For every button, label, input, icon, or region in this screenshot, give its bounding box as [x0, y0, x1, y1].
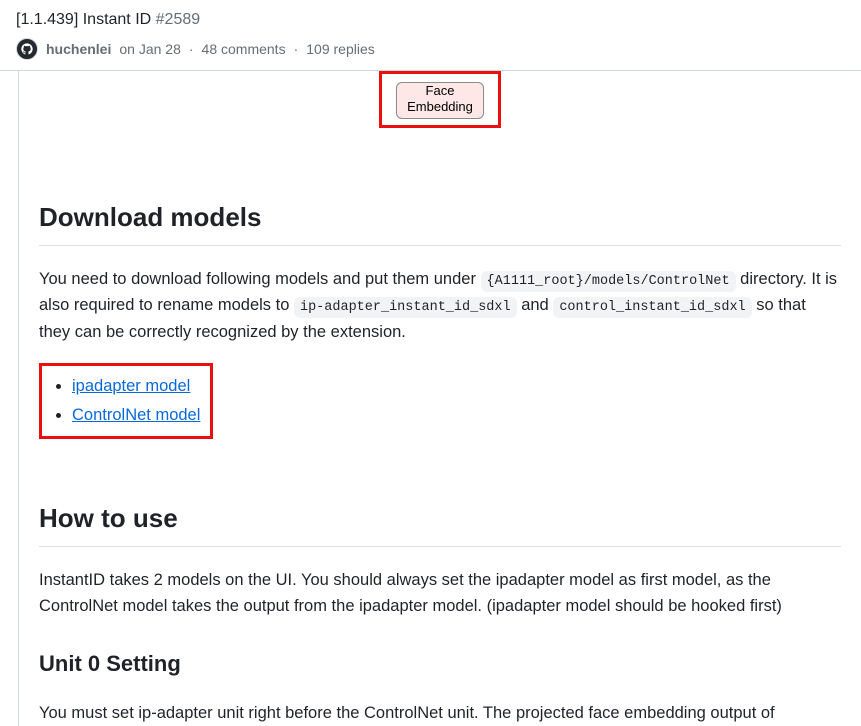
list-item: ControlNet model [72, 403, 200, 428]
model-links-highlight-box: ipadapter model ControlNet model [39, 363, 213, 439]
text: and [517, 296, 554, 314]
unit0-paragraph: You must set ip-adapter unit right befor… [39, 700, 841, 726]
controlnet-model-link[interactable]: ControlNet model [72, 406, 200, 424]
chip-line-1: Face [426, 83, 455, 98]
comments-count[interactable]: 48 comments [202, 39, 286, 60]
code-path: {A1111_root}/models/ControlNet [481, 271, 736, 292]
issue-date: on Jan 28 [119, 39, 181, 60]
howto-paragraph: InstantID takes 2 models on the UI. You … [39, 567, 841, 620]
replies-count[interactable]: 109 replies [306, 39, 375, 60]
diagram-highlight-box: Face Embedding [379, 71, 501, 128]
ipadapter-model-link[interactable]: ipadapter model [72, 377, 190, 395]
model-links-list: ipadapter model ControlNet model [46, 374, 200, 428]
heading-unit0-setting: Unit 0 Setting [39, 647, 841, 680]
chip-line-2: Embedding [407, 99, 473, 114]
download-paragraph: You need to download following models an… [39, 266, 841, 346]
heading-download-models: Download models [39, 198, 841, 246]
list-item: ipadapter model [72, 374, 200, 399]
issue-meta-line: huchenlei on Jan 28 · 48 comments · 109 … [16, 38, 845, 60]
issue-body: Face Embedding Download models You need … [18, 71, 861, 726]
separator-dot: · [189, 39, 194, 60]
code-model2: control_instant_id_sdxl [553, 297, 751, 318]
author-link[interactable]: huchenlei [46, 39, 111, 60]
face-embedding-chip: Face Embedding [396, 82, 484, 119]
text: You need to download following models an… [39, 270, 481, 288]
separator-dot: · [294, 39, 299, 60]
heading-how-to-use: How to use [39, 499, 841, 547]
issue-number: #2589 [156, 11, 201, 28]
issue-title-line: [1.1.439] Instant ID #2589 [16, 8, 845, 32]
diagram-area: Face Embedding [39, 71, 841, 138]
issue-sticky-header: [1.1.439] Instant ID #2589 huchenlei on … [0, 0, 861, 71]
issue-title: [1.1.439] Instant ID [16, 11, 151, 28]
octocat-icon [20, 42, 34, 56]
avatar[interactable] [16, 38, 38, 60]
code-model1: ip-adapter_instant_id_sdxl [294, 297, 517, 318]
